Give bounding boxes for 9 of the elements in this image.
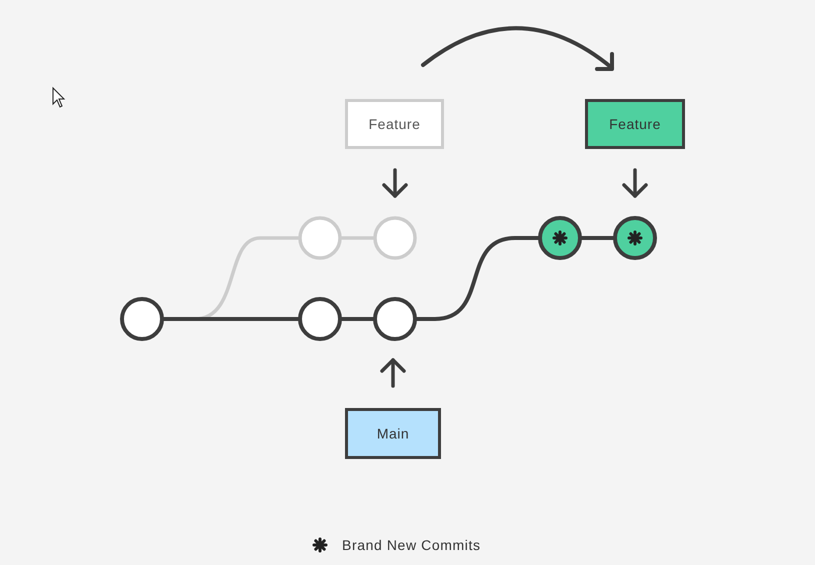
legend-text: Brand New Commits <box>342 537 481 553</box>
arrow <box>382 168 408 198</box>
branch-label: Feature <box>585 99 685 149</box>
cursor-icon <box>52 86 66 108</box>
branch-label: Feature <box>345 99 444 149</box>
branch-label: Main <box>345 408 441 459</box>
asterisk-icon <box>312 538 328 552</box>
arrow <box>622 168 648 198</box>
arrow <box>380 358 406 388</box>
